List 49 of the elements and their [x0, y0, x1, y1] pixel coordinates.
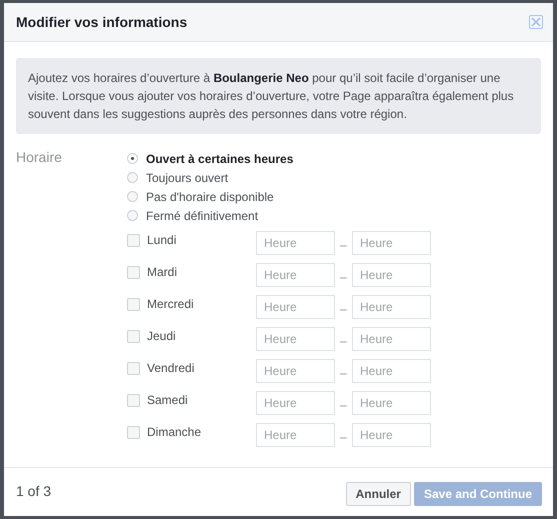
time-field[interactable]: Heure: [352, 359, 431, 383]
radio-button[interactable]: [127, 210, 138, 221]
time-field[interactable]: Heure: [352, 423, 431, 447]
day-label: Samedi: [147, 392, 189, 409]
close-icon[interactable]: [529, 15, 543, 29]
time-field[interactable]: Heure: [256, 391, 335, 415]
time-field[interactable]: Heure: [256, 295, 335, 319]
radio-button[interactable]: [127, 153, 138, 164]
radio-button[interactable]: [127, 172, 138, 183]
checkbox[interactable]: [127, 266, 140, 279]
range-separator: –: [339, 397, 348, 414]
time-field[interactable]: Heure: [352, 391, 431, 415]
info-message: Ajoutez vos horaires d’ouverture à Boulangerie Neo pour qu’il soit facile d’organiser une visite. Lorsque vous ajouter vos horaires d’ouverture, votre Page apparaîtra également plus souvent dans les suggestions auprès des personnes dans votre région.: [16, 58, 541, 134]
day-label: Mardi: [147, 264, 178, 281]
range-separator: –: [339, 429, 348, 446]
checkbox[interactable]: [127, 426, 140, 439]
checkbox[interactable]: [127, 394, 140, 407]
time-field[interactable]: Heure: [256, 359, 335, 383]
range-separator: –: [339, 333, 348, 350]
day-label: Mercredi: [147, 296, 195, 313]
time-field[interactable]: Heure: [256, 423, 335, 447]
range-separator: –: [339, 269, 348, 286]
time-field[interactable]: Heure: [256, 263, 335, 287]
step-counter: 1 of 3: [16, 482, 52, 498]
option-label: Ouvert à certaines heures: [146, 152, 294, 166]
option-label: Pas d'horaire disponible: [146, 190, 274, 204]
time-field[interactable]: Heure: [352, 327, 431, 351]
field-label: Horaire: [16, 149, 63, 167]
time-field[interactable]: Heure: [256, 231, 335, 255]
cancel-button[interactable]: Annuler: [346, 482, 411, 506]
day-label: Dimanche: [147, 424, 202, 441]
checkbox[interactable]: [127, 298, 140, 311]
day-label: Vendredi: [147, 360, 196, 377]
dialog-title: Modifier vos informations: [16, 14, 188, 30]
range-separator: –: [339, 365, 348, 382]
time-field[interactable]: Heure: [352, 295, 431, 319]
time-field[interactable]: Heure: [352, 231, 431, 255]
option-label: Toujours ouvert: [146, 170, 228, 184]
checkbox[interactable]: [127, 362, 140, 375]
day-label: Jeudi: [147, 328, 177, 345]
day-label: Lundi: [147, 232, 178, 249]
checkbox[interactable]: [127, 330, 140, 343]
time-field[interactable]: Heure: [352, 263, 431, 287]
checkbox[interactable]: [127, 234, 140, 247]
range-separator: –: [339, 237, 348, 254]
time-field[interactable]: Heure: [256, 327, 335, 351]
range-separator: –: [339, 301, 348, 318]
option-label: Fermé définitivement: [146, 208, 258, 222]
radio-button[interactable]: [127, 191, 138, 202]
